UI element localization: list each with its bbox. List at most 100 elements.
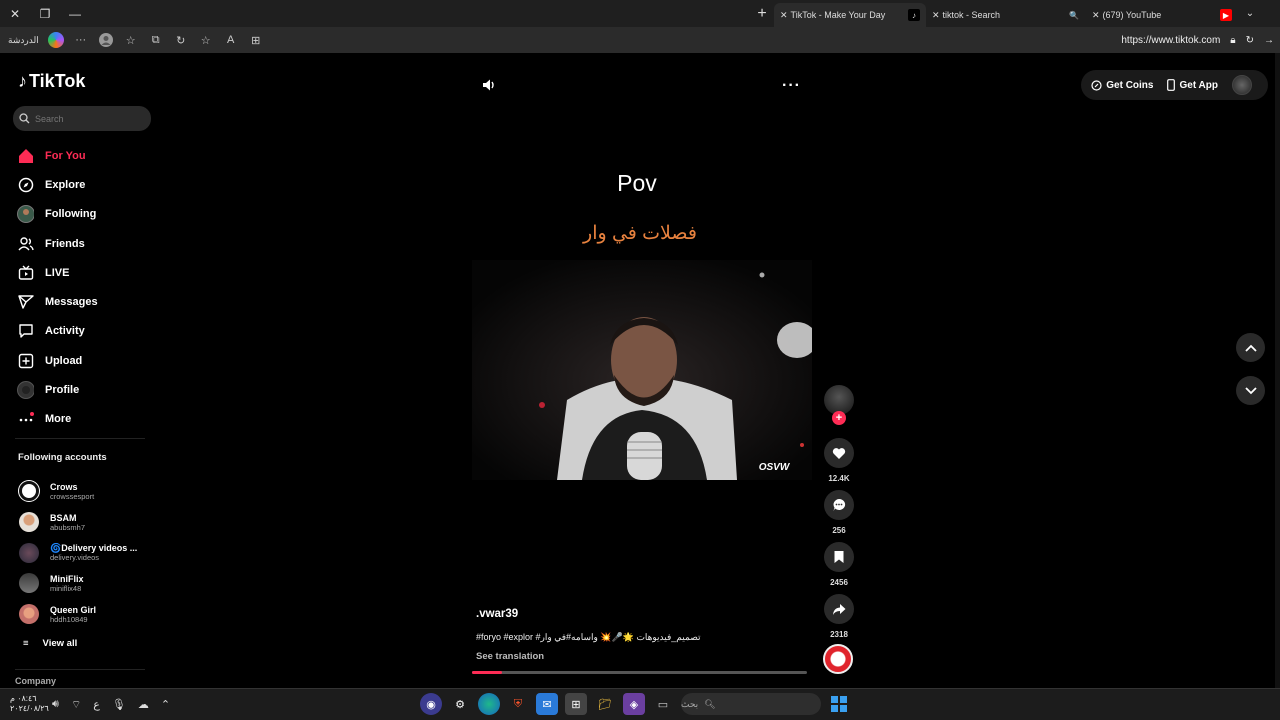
windows-start-icon[interactable] [828, 693, 850, 715]
language-indicator[interactable]: ع [93, 698, 100, 712]
video-frame: OSVW [472, 260, 812, 480]
following-account-item[interactable]: Crows crowssesport [19, 476, 137, 507]
following-account-item[interactable]: MiniFlix miniflix48 [19, 568, 137, 599]
company-link[interactable]: Company [15, 676, 56, 686]
upload-icon [17, 352, 34, 369]
close-tab-icon[interactable]: ✕ [1092, 10, 1100, 21]
nav-label: For You [45, 149, 86, 162]
nav-live[interactable]: LIVE [17, 258, 98, 287]
read-aloud-icon[interactable]: A [223, 32, 239, 48]
search-input[interactable] [35, 113, 145, 124]
nav-activity[interactable]: Activity [17, 317, 98, 346]
nav-upload[interactable]: Upload [17, 346, 98, 375]
see-translation-link[interactable]: See translation [476, 651, 544, 662]
share-icon [833, 603, 846, 615]
following-account-item[interactable]: BSAM abubsmh7 [19, 507, 137, 538]
following-account-item[interactable]: Queen Girl hddh10849 [19, 599, 137, 630]
video-player[interactable]: OSVW [472, 260, 812, 480]
refresh-icon[interactable]: ↻ [173, 32, 189, 48]
save-button[interactable] [824, 542, 854, 572]
speaker-icon[interactable]: 🔊︎ [52, 698, 59, 712]
forward-icon[interactable]: → [1264, 35, 1274, 46]
profile-icon[interactable] [98, 32, 114, 48]
get-coins-button[interactable]: Get Coins [1091, 80, 1153, 91]
settings-app-icon[interactable]: ⚙ [449, 693, 471, 715]
close-window-button[interactable]: ✕ [0, 0, 30, 27]
add-favorite-icon[interactable]: ☆ [198, 32, 214, 48]
copilot-label[interactable]: الدردشة [8, 35, 39, 46]
nav-explore[interactable]: Explore [17, 170, 98, 199]
nav-label: Activity [45, 325, 85, 338]
music-disc-icon[interactable] [823, 644, 853, 674]
tray-expand-icon[interactable]: ⌃ [161, 698, 170, 712]
get-app-button[interactable]: Get App [1167, 79, 1218, 91]
mail-app-icon[interactable]: ✉ [536, 693, 558, 715]
phone-icon [1167, 79, 1176, 91]
url-field[interactable]: https://www.tiktok.com [1121, 35, 1220, 46]
volume-icon[interactable] [481, 77, 497, 93]
share-button[interactable] [824, 594, 854, 624]
nav-for-you[interactable]: For You [17, 141, 98, 170]
nav-messages[interactable]: Messages [17, 287, 98, 316]
tiktok-logo[interactable]: ♪ TikTok [18, 71, 85, 92]
wifi-icon[interactable]: ⌔ [71, 698, 81, 712]
tab-menu-chevron-icon[interactable]: ⌄ [1238, 8, 1262, 19]
close-tab-icon[interactable]: ✕ [932, 10, 940, 21]
nav-friends[interactable]: Friends [17, 229, 98, 258]
messages-icon [17, 294, 34, 311]
view-all-link[interactable]: ≡ View all [19, 629, 137, 657]
comment-button[interactable] [824, 490, 854, 520]
edge-app-icon[interactable] [478, 693, 500, 715]
search-box[interactable] [13, 106, 151, 131]
taskbar-clock[interactable]: ٠٨:٤٦ م ٢٠٢٤/٠٨/٢٦ [10, 694, 49, 714]
minimize-window-button[interactable]: — [60, 0, 90, 27]
brave-app-icon[interactable]: ⛨ [507, 693, 529, 715]
user-avatar[interactable] [1232, 75, 1252, 95]
tab-search[interactable]: ✕ tiktok - Search 🔍 [926, 3, 1086, 27]
video-username[interactable]: .vwar39 [476, 608, 518, 620]
copilot-icon[interactable] [47, 32, 64, 48]
microphone-icon[interactable]: 🎙︎ [112, 698, 126, 712]
taskbar-search[interactable]: 🔍︎ بحث [681, 693, 821, 715]
visual-studio-app-icon[interactable]: ◈ [623, 693, 645, 715]
close-tab-icon[interactable]: ✕ [780, 10, 788, 21]
nav-following[interactable]: Following [17, 200, 98, 229]
video-progress-bar[interactable] [472, 671, 807, 674]
nav-more[interactable]: More [17, 405, 98, 434]
heart-icon [832, 447, 846, 459]
discord-app-icon[interactable]: ◉ [420, 693, 442, 715]
page-scrollbar[interactable] [1275, 53, 1280, 688]
avatar [19, 481, 39, 502]
menu-dots-icon[interactable]: ··· [73, 32, 89, 48]
restore-window-button[interactable]: ❐ [30, 0, 60, 27]
following-account-item[interactable]: 🌀Delivery videos ... delivery.videos [19, 537, 137, 568]
store-app-icon[interactable]: ⊞ [565, 693, 587, 715]
logo-text: TikTok [29, 71, 86, 91]
file-explorer-app-icon[interactable]: 📁︎ [594, 693, 616, 715]
window-app-icon[interactable]: ▭ [652, 693, 674, 715]
bookmark-icon [834, 551, 844, 563]
lock-icon[interactable]: 🔒︎ [1230, 35, 1235, 46]
next-video-button[interactable] [1236, 376, 1265, 405]
tab-tiktok[interactable]: ✕ TikTok - Make Your Day ♪ [774, 3, 926, 27]
chevron-down-icon [1244, 386, 1257, 394]
like-button[interactable] [824, 438, 854, 468]
cloud-icon[interactable]: ☁ [138, 698, 149, 712]
account-name: Queen Girl [50, 604, 97, 615]
extensions-icon[interactable]: ⧉ [148, 32, 164, 48]
split-screen-icon[interactable]: ⊞ [248, 32, 264, 48]
reload-icon[interactable]: ↻ [1246, 35, 1254, 46]
follow-plus-icon[interactable]: + [832, 411, 846, 425]
nav-label: Profile [45, 384, 80, 397]
compass-icon [17, 176, 34, 193]
more-options-icon[interactable]: ··· [782, 77, 801, 95]
favorites-icon[interactable]: ☆ [123, 32, 139, 48]
account-name: Crows [50, 481, 78, 492]
tab-youtube[interactable]: ✕ (679) YouTube ▶ [1086, 3, 1238, 27]
search-icon: 🔍︎ [704, 698, 716, 709]
nav-profile[interactable]: Profile [17, 375, 98, 404]
clock-date: ٢٠٢٤/٠٨/٢٦ [10, 704, 49, 713]
top-right-actions: Get Coins Get App [1081, 70, 1268, 100]
new-tab-button[interactable]: + [750, 5, 774, 23]
previous-video-button[interactable] [1236, 333, 1265, 362]
